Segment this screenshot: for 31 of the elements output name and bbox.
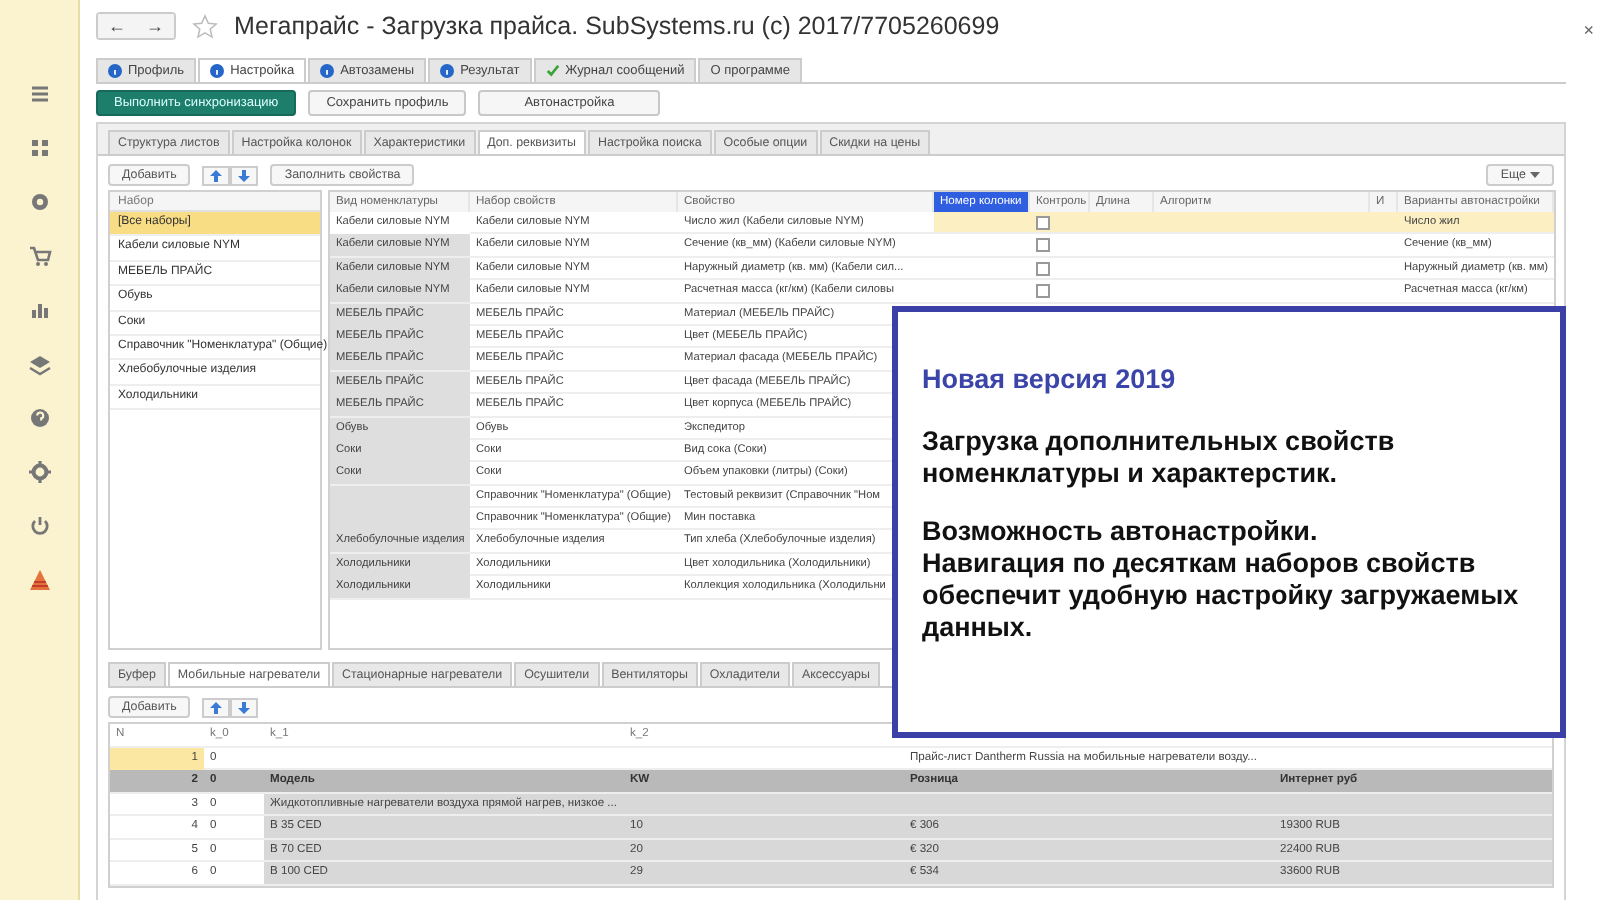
window-title: Мегапрайс - Загрузка прайса. SubSystems.ru (c) 2017/7705260699: [234, 12, 1000, 40]
arrow-up-icon: [210, 701, 223, 713]
table-cell: [330, 485, 470, 508]
move-down-button[interactable]: [230, 697, 259, 717]
checkbox[interactable]: [1036, 284, 1050, 299]
forward-button[interactable]: →: [136, 14, 174, 38]
help-icon[interactable]: [25, 404, 53, 432]
close-button[interactable]: ×: [1583, 20, 1594, 40]
checkbox[interactable]: [1036, 261, 1050, 276]
info-icon: [440, 64, 455, 78]
info-icon: [108, 64, 122, 78]
power-icon[interactable]: [25, 512, 53, 540]
checkbox[interactable]: [1036, 216, 1050, 230]
arrow-up-icon: [210, 169, 223, 181]
caret-icon: [1530, 171, 1540, 179]
back-button[interactable]: ←: [98, 14, 136, 38]
info-icon: [320, 64, 335, 78]
arrow-down-icon: [238, 701, 251, 713]
promo-text: Возможность автонастройки.: [922, 516, 1320, 548]
arrow-down-icon: [238, 169, 251, 181]
gear-icon[interactable]: [25, 458, 53, 486]
move-up-button[interactable]: [202, 697, 231, 717]
star-icon[interactable]: [192, 13, 218, 39]
info-icon: [210, 64, 225, 78]
move-down-button[interactable]: [230, 165, 259, 185]
layers-icon[interactable]: [25, 350, 53, 378]
move-up-button[interactable]: [202, 165, 231, 185]
logo-icon[interactable]: [25, 566, 53, 594]
check-icon: [545, 64, 560, 78]
checkbox[interactable]: [1036, 238, 1050, 253]
cart-icon[interactable]: [25, 242, 53, 270]
